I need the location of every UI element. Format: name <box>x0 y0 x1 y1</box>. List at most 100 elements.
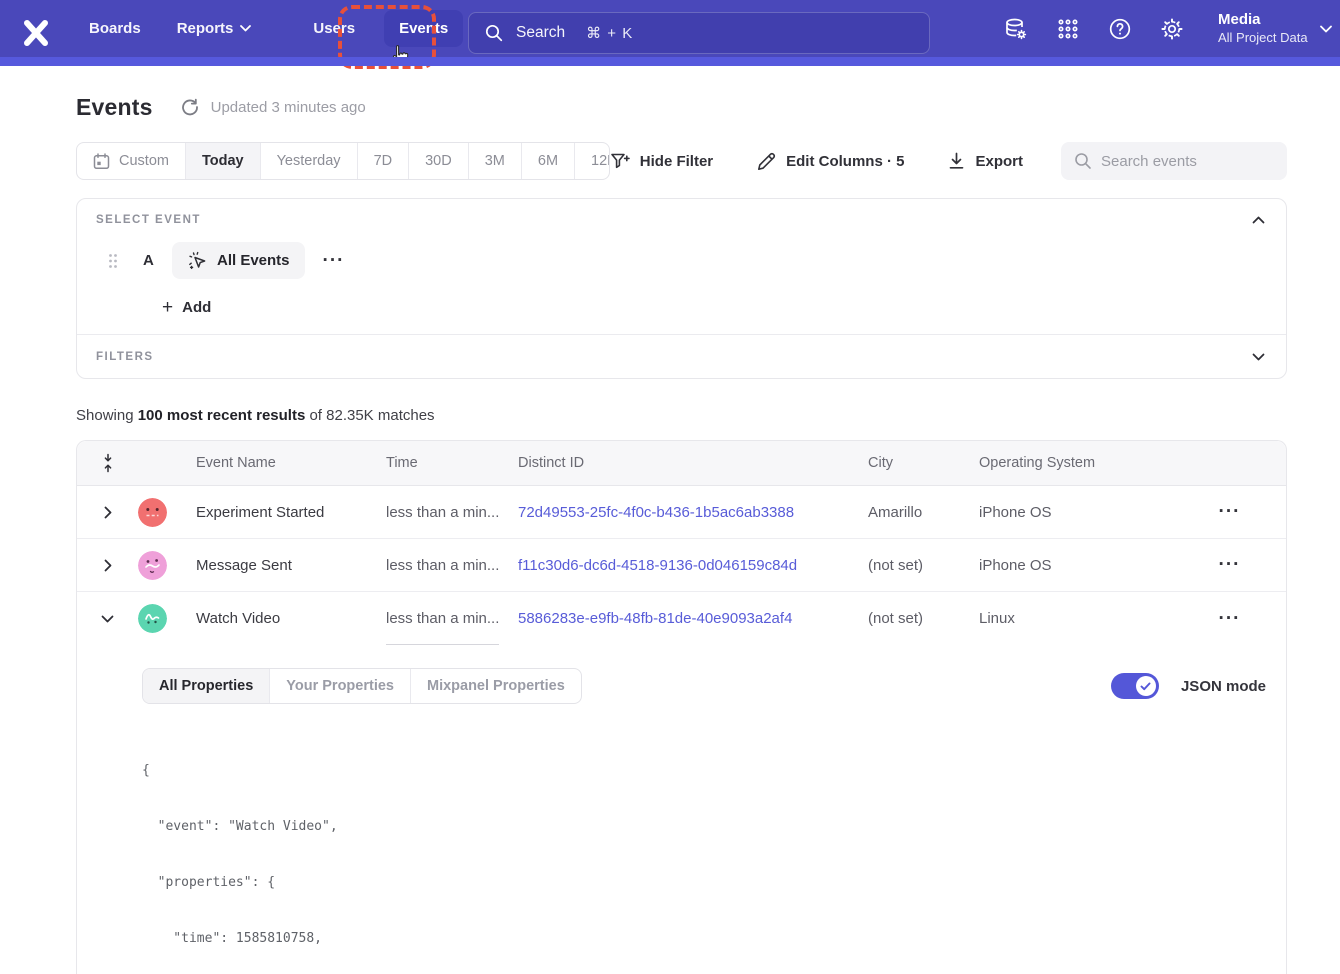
data-management-icon[interactable] <box>1004 17 1028 41</box>
event-avatar <box>138 551 196 580</box>
nav-item-events[interactable]: Events <box>384 10 463 47</box>
tab-all-properties[interactable]: All Properties <box>143 669 270 703</box>
sort-order-icon[interactable] <box>77 453 138 473</box>
column-header-event-name[interactable]: Event Name <box>196 455 386 471</box>
apps-grid-icon[interactable] <box>1056 17 1080 41</box>
event-os: iPhone OS <box>979 504 1173 521</box>
json-line: "properties": { <box>142 874 1266 893</box>
row-more-button[interactable]: ··· <box>1219 560 1241 570</box>
event-city: (not set) <box>868 557 979 574</box>
calendar-icon <box>93 153 110 170</box>
tab-your-properties[interactable]: Your Properties <box>270 669 411 703</box>
global-search-label: Search <box>516 24 565 42</box>
row-more-button[interactable]: ··· <box>1219 507 1241 517</box>
chevron-down-icon <box>240 25 251 32</box>
pencil-icon <box>757 152 776 171</box>
date-option-30d[interactable]: 30D <box>409 143 469 179</box>
json-line: "event": "Watch Video", <box>142 818 1266 837</box>
date-option-7d[interactable]: 7D <box>358 143 410 179</box>
table-row[interactable]: Experiment Started less than a min... 72… <box>77 486 1286 539</box>
filters-section[interactable]: FILTERS <box>77 334 1286 378</box>
table-row-expanded[interactable]: Watch Video less than a min... 5886283e-… <box>77 592 1286 645</box>
main-content: Events Updated 3 minutes ago <box>0 93 1340 974</box>
expand-row-chevron-right-icon[interactable] <box>77 559 138 572</box>
add-event-label: Add <box>182 299 211 316</box>
collapse-row-chevron-down-icon[interactable] <box>77 615 138 623</box>
column-header-distinct-id[interactable]: Distinct ID <box>518 455 868 471</box>
nav-item-reports[interactable]: Reports <box>177 20 252 37</box>
filter-funnel-icon <box>610 152 630 171</box>
nav-item-boards[interactable]: Boards <box>89 20 141 37</box>
mixpanel-logo-icon[interactable] <box>20 17 52 49</box>
all-events-chip-label: All Events <box>217 252 290 269</box>
check-icon <box>1140 682 1151 691</box>
project-selector[interactable]: Media All Project Data <box>1218 11 1308 46</box>
help-icon[interactable] <box>1108 17 1132 41</box>
event-clause-more-button[interactable]: ··· <box>323 256 345 266</box>
date-option-yesterday[interactable]: Yesterday <box>261 143 358 179</box>
nav-right-controls: Media All Project Data <box>1004 0 1332 57</box>
drag-handle-icon[interactable] <box>108 253 118 269</box>
collapse-section-chevron-up-icon[interactable] <box>1250 214 1267 226</box>
plus-icon: + <box>162 300 173 316</box>
events-table: Event Name Time Distinct ID City Operati… <box>76 440 1287 974</box>
tab-mixpanel-properties[interactable]: Mixpanel Properties <box>411 669 581 703</box>
event-name: Message Sent <box>196 557 386 574</box>
event-os: Linux <box>979 610 1173 627</box>
date-option-6m[interactable]: 6M <box>522 143 575 179</box>
nav-item-users[interactable]: Users <box>313 20 355 37</box>
distinct-id-link[interactable]: f11c30d6-dc6d-4518-9136-0d046159c84d <box>518 557 868 574</box>
add-event-button[interactable]: + Add <box>162 299 232 316</box>
project-name: Media <box>1218 11 1308 29</box>
search-icon <box>1074 152 1092 170</box>
controls-row: Custom Today Yesterday 7D 30D 3M 6M 12M <box>76 142 1287 180</box>
event-avatar <box>138 498 196 527</box>
event-time: less than a min... <box>386 557 518 574</box>
date-option-12m[interactable]: 12M <box>575 143 610 179</box>
hide-filter-label: Hide Filter <box>640 153 713 170</box>
edit-columns-label: Edit Columns · 5 <box>786 153 904 170</box>
project-chevron-down-icon[interactable] <box>1320 25 1332 33</box>
expand-row-chevron-right-icon[interactable] <box>77 506 138 519</box>
json-mode-toggle[interactable] <box>1111 673 1159 699</box>
events-page: Boards Reports Users Events Search ⌘ + K <box>0 0 1340 974</box>
event-json-viewer[interactable]: { "event": "Watch Video", "properties": … <box>142 725 1266 974</box>
global-search-bar[interactable]: Search ⌘ + K <box>468 12 930 54</box>
date-option-3m[interactable]: 3M <box>469 143 522 179</box>
search-icon <box>485 24 503 42</box>
nav-menu: Boards Reports Users Events <box>89 0 463 57</box>
toggle-knob <box>1136 676 1156 696</box>
top-navigation: Boards Reports Users Events Search ⌘ + K <box>0 0 1340 66</box>
date-option-today[interactable]: Today <box>186 143 261 179</box>
export-button[interactable]: Export <box>948 152 1023 170</box>
table-header-row: Event Name Time Distinct ID City Operati… <box>77 441 1286 486</box>
row-more-button[interactable]: ··· <box>1219 614 1241 624</box>
download-icon <box>948 152 965 170</box>
distinct-id-link[interactable]: 5886283e-e9fb-48fb-81de-40e9093a2af4 <box>518 610 868 627</box>
hide-filter-button[interactable]: Hide Filter <box>610 152 713 171</box>
event-detail-panel: All Properties Your Properties Mixpanel … <box>77 645 1286 974</box>
magic-cursor-icon <box>187 250 208 271</box>
event-name: Experiment Started <box>196 504 386 521</box>
properties-tabs: All Properties Your Properties Mixpanel … <box>142 668 582 704</box>
distinct-id-link[interactable]: 72d49553-25fc-4f0c-b436-1b5ac6ab3388 <box>518 504 868 521</box>
json-mode-control: JSON mode <box>1111 673 1266 699</box>
expand-filters-chevron-down-icon[interactable] <box>1250 351 1267 363</box>
event-name: Watch Video <box>196 610 386 627</box>
edit-columns-button[interactable]: Edit Columns · 5 <box>757 152 904 171</box>
results-suffix: of 82.35K matches <box>305 407 434 424</box>
table-tools: Hide Filter Edit Columns · 5 Export <box>610 142 1287 180</box>
all-events-chip[interactable]: All Events <box>172 242 305 279</box>
date-option-custom[interactable]: Custom <box>77 143 186 179</box>
json-mode-label: JSON mode <box>1181 678 1266 695</box>
event-clause-row: A All Events <box>96 242 1267 279</box>
refresh-icon[interactable] <box>181 98 199 116</box>
table-row[interactable]: Message Sent less than a min... f11c30d6… <box>77 539 1286 592</box>
column-header-time[interactable]: Time <box>386 455 518 471</box>
select-event-section: SELECT EVENT <box>77 199 1286 334</box>
settings-gear-icon[interactable] <box>1160 17 1184 41</box>
search-events-input[interactable] <box>1061 142 1287 180</box>
column-header-city[interactable]: City <box>868 455 979 471</box>
column-header-operating-system[interactable]: Operating System <box>979 455 1173 471</box>
event-city: Amarillo <box>868 504 979 521</box>
